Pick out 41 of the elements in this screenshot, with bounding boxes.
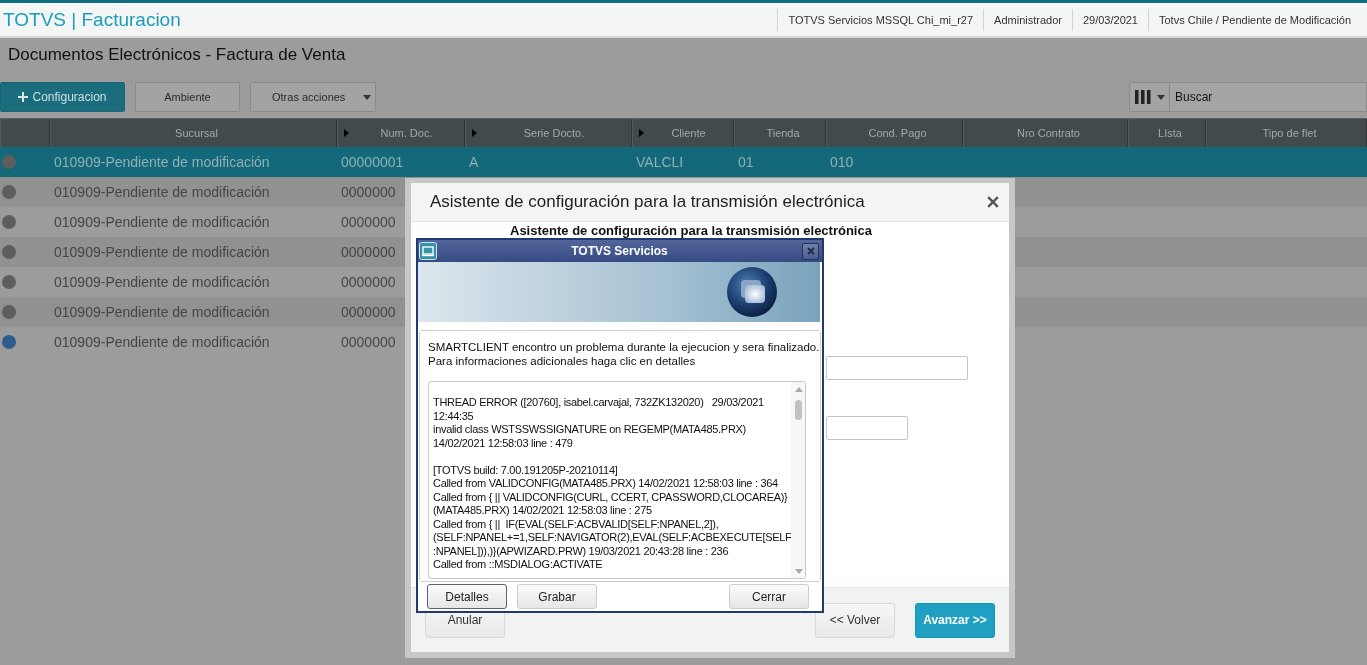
wizard-heading: Asistente de configuración para la transmisión electrónica (510, 224, 873, 238)
header-info: 29/03/2021 (1071, 8, 1148, 31)
log-line: Called from ::MSDIALOG:ACTIVATE (433, 558, 604, 572)
table-cell: 0000000 (341, 334, 396, 350)
table-cell: 010909-Pendiente de modificación (54, 214, 270, 230)
page-title: Documentos Electrónicos - Factura de Venta (7, 44, 347, 66)
table-cell: VALCLI (636, 154, 684, 170)
dialog-title: TOTVS Servicios (570, 244, 669, 258)
log-line: [TOTVS build: 7.00.191205P-20210114] (433, 463, 619, 477)
table-cell: 010 (830, 154, 854, 170)
table-cell: 010909-Pendiente de modificación (54, 154, 270, 170)
table-cell: 010909-Pendiente de modificación (54, 334, 270, 350)
log-line: invalid class WSTSSWSSIGNATURE on REGEMP(MATA485.PRX) (433, 423, 747, 437)
log-line: Called from { || IF(EVAL(SELF:ACBVALID[SELF:NPANEL,2]), (433, 517, 720, 531)
log-line: (MATA485.PRX) 14/02/2021 12:58:03 line : 275 (433, 504, 653, 518)
log-line: (SELF:NPANEL+=1,SELF:NAVIGATOR(2),EVAL(SELF:ACBEXECUTE[SELF (433, 531, 792, 545)
table-cell: 010909-Pendiente de modificación (54, 184, 270, 200)
table-cell: 010909-Pendiente de modificación (54, 274, 270, 290)
table-cell: 0000000 (341, 244, 396, 260)
header-info: Administrador (983, 8, 1072, 31)
log-line: Called from { || VALIDCONFIG(CURL, CCERT, CPASSWORD,CLOCAREA)} (433, 490, 789, 504)
log-line: 12:44:35 (433, 409, 475, 423)
table-cell: 0000000 (341, 274, 396, 290)
header-info: TOTVS Servicios MSSQL Chi_mi_r27 (777, 8, 984, 31)
log-line: 14/02/2021 12:58:03 line : 479 (433, 436, 574, 450)
app-title: TOTVS | Facturacion (2, 8, 181, 31)
table-cell: A (469, 154, 479, 170)
table-cell: 0000000 (341, 214, 396, 230)
table-cell: 01 (738, 154, 754, 170)
log-line: THREAD ERROR ([20760], isabel.carvajal, 732ZK132020) 29/03/2021 (433, 396, 765, 410)
table-cell: 00000001 (341, 154, 404, 170)
message-text: SMARTCLIENT encontro un problema durante la ejecucion y sera finalizado. (428, 340, 820, 354)
log-line: :NPANEL])),)}(APWIZARD.PRW) 19/03/2021 20:43:28 line : 236 (433, 544, 730, 558)
dialog-title: Asistente de configuración para la transmisión electrónica (430, 192, 865, 212)
table-cell: 0000000 (341, 184, 396, 200)
table-cell: 010909-Pendiente de modificación (54, 304, 270, 320)
table-cell: 010909-Pendiente de modificación (54, 244, 270, 260)
message-text: Para informaciones adicionales haga clic en detalles (428, 354, 697, 368)
log-line: Called from VALIDCONFIG(MATA485.PRX) 14/02/2021 12:58:03 line : 364 (433, 477, 779, 491)
table-cell: 0000000 (341, 304, 396, 320)
header-info: Totvs Chile / Pendiente de Modificación (1148, 8, 1361, 31)
